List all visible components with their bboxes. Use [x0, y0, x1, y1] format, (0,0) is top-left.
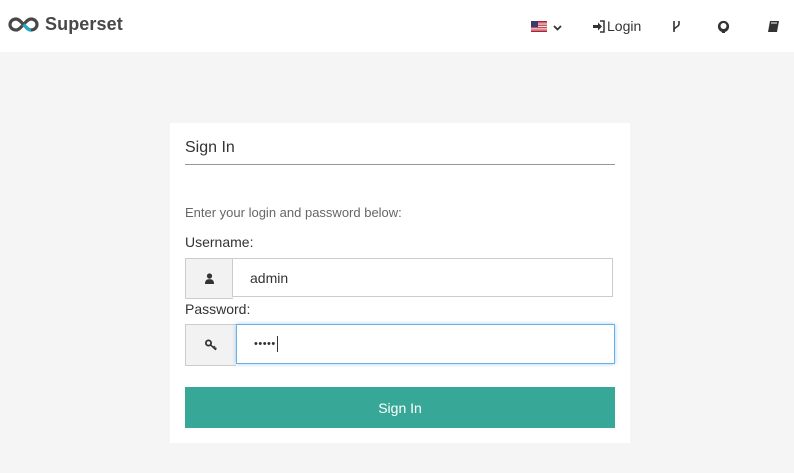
branch-icon — [673, 20, 680, 32]
panel-title: Sign In — [185, 139, 235, 156]
language-dropdown[interactable] — [531, 16, 562, 36]
username-addon — [185, 258, 233, 299]
version-button[interactable] — [670, 16, 683, 36]
key-icon — [204, 339, 217, 351]
sign-in-button[interactable]: Sign In — [185, 387, 615, 428]
user-icon — [205, 272, 214, 284]
password-addon — [185, 324, 236, 366]
title-divider — [185, 164, 615, 165]
password-label: Password: — [185, 301, 251, 317]
password-value: ••••• — [254, 338, 276, 350]
book-icon — [768, 20, 779, 32]
chevron-down-icon — [553, 25, 562, 31]
documentation-link[interactable] — [767, 16, 780, 36]
brand[interactable]: Superset — [8, 12, 123, 36]
username-label: Username: — [185, 234, 254, 250]
github-icon — [717, 20, 730, 33]
sign-in-icon — [593, 19, 605, 33]
password-input[interactable]: ••••• — [236, 324, 615, 364]
superset-logo-icon — [8, 16, 39, 32]
username-group: admin — [185, 258, 615, 299]
username-input[interactable]: admin — [232, 258, 613, 297]
login-panel: Sign In Enter your login and password be… — [170, 123, 630, 443]
text-cursor — [276, 336, 278, 352]
us-flag-icon — [531, 20, 547, 32]
password-group: ••••• — [185, 324, 615, 366]
login-link[interactable]: Login — [592, 16, 641, 36]
top-navbar: Superset Login — [0, 0, 794, 52]
brand-name: Superset — [45, 13, 123, 34]
login-hint: Enter your login and password below: — [185, 205, 402, 220]
username-value: admin — [250, 269, 289, 286]
login-label: Login — [607, 18, 642, 34]
github-link[interactable] — [717, 16, 730, 36]
